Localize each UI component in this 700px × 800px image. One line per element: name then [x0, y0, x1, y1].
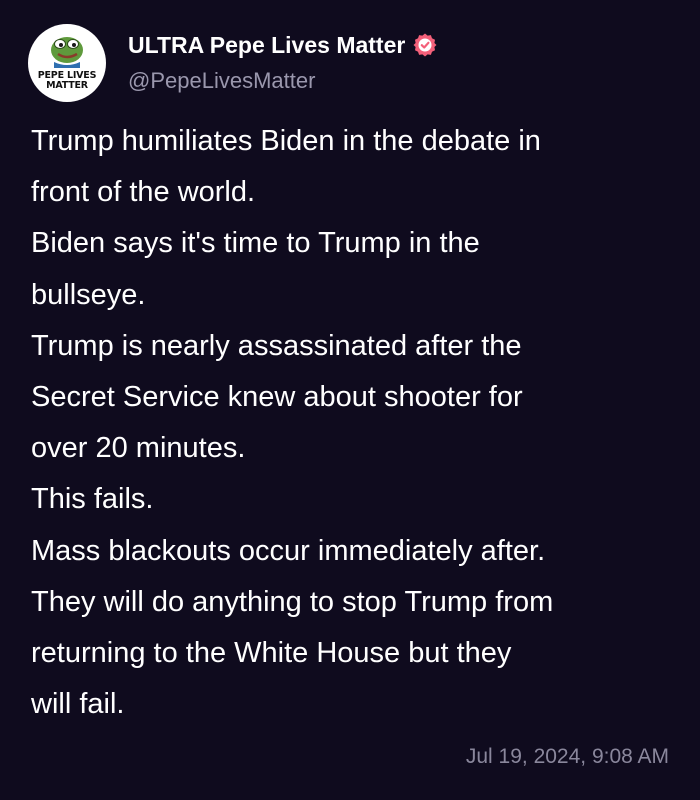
post-line: Mass blackouts occur immediately after. — [31, 534, 546, 567]
avatar-label-line2: MATTER — [46, 80, 88, 91]
post-line: returning to the White House but they — [31, 637, 512, 670]
verified-badge-icon — [412, 32, 438, 58]
post-line: Secret Service knew about shooter for — [31, 381, 523, 414]
name-row: ULTRA Pepe Lives Matter — [128, 28, 438, 62]
account-handle[interactable]: @PepeLivesMatter — [128, 68, 315, 94]
avatar[interactable]: PEPE LIVES MATTER — [28, 24, 106, 102]
post-line: Trump is nearly assassinated after the — [31, 329, 522, 362]
post-header: PEPE LIVES MATTER ULTRA Pepe Lives Matte… — [28, 24, 668, 124]
post-body: Trump humiliates Biden in the debate in … — [31, 116, 681, 730]
post-line: over 20 minutes. — [31, 432, 246, 465]
post-timestamp[interactable]: Jul 19, 2024, 9:08 AM — [466, 745, 669, 769]
post-line: Biden says it's time to Trump in the — [31, 227, 480, 260]
post-line: front of the world. — [31, 176, 256, 209]
post-line: bullseye. — [31, 278, 146, 311]
post-line: They will do anything to stop Trump from — [31, 585, 554, 618]
post-line: This fails. — [31, 483, 154, 516]
post-line: Trump humiliates Biden in the debate in — [31, 125, 541, 157]
display-name[interactable]: ULTRA Pepe Lives Matter — [128, 32, 405, 59]
post-card: PEPE LIVES MATTER ULTRA Pepe Lives Matte… — [0, 0, 700, 800]
post-line: will fail. — [31, 688, 125, 721]
